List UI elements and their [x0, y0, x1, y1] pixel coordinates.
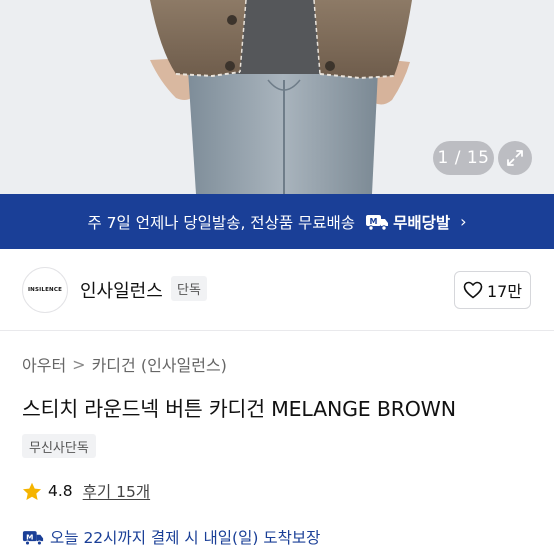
exclusive-tag: 무신사단독: [22, 434, 96, 458]
product-title: 스티치 라운드넥 버튼 카디건 MELANGE BROWN: [22, 397, 456, 421]
brand-name-link[interactable]: 인사일런스: [80, 277, 163, 303]
reviews-link[interactable]: 후기 15개: [83, 480, 150, 502]
shipping-promo-text: 주 7일 언제나 당일발송, 전상품 무료배송: [87, 213, 356, 232]
delivery-truck-icon: M: [22, 530, 44, 545]
brand-logo-text: INSILENCE: [27, 287, 63, 293]
rating-score: 4.8: [48, 482, 73, 500]
svg-text:M: M: [370, 217, 378, 226]
like-count: 17만: [486, 282, 523, 301]
brand-section: INSILENCE 인사일런스 단독 17만: [0, 249, 554, 331]
star-icon: [23, 482, 41, 500]
breadcrumb-separator: >: [72, 354, 86, 374]
delivery-truck-icon: M: [366, 214, 389, 231]
breadcrumb-item-category[interactable]: 아우터: [22, 352, 66, 376]
svg-text:M: M: [26, 532, 33, 541]
rating-summary: 4.8 후기 15개: [22, 480, 150, 502]
expand-icon: [507, 150, 523, 166]
same-day-free-shipping-badge: M 무배당발: [365, 211, 450, 233]
delivery-guarantee-text: 오늘 22시까지 결제 시 내일(일) 도착보장: [50, 529, 321, 547]
shipping-promo-banner[interactable]: 주 7일 언제나 당일발송, 전상품 무료배송 M 무배당발 ›: [0, 194, 554, 249]
delivery-guarantee-notice: M 오늘 22시까지 결제 시 내일(일) 도착보장: [22, 526, 320, 548]
product-image-gallery[interactable]: 1 / 15: [0, 0, 554, 194]
chevron-right-icon: ›: [460, 212, 467, 231]
expand-image-button[interactable]: [498, 141, 532, 175]
breadcrumb: 아우터 > 카디건 (인사일런스): [22, 352, 227, 376]
heart-outline-icon: [463, 281, 483, 299]
brand-exclusive-tag: 단독: [171, 276, 207, 301]
breadcrumb-item-subcategory[interactable]: 카디건 (인사일런스): [92, 352, 227, 376]
image-counter: 1 / 15: [433, 141, 494, 175]
same-day-badge-label: 무배당발: [393, 213, 451, 232]
brand-logo[interactable]: INSILENCE: [22, 267, 68, 313]
like-button[interactable]: 17만: [454, 271, 531, 309]
